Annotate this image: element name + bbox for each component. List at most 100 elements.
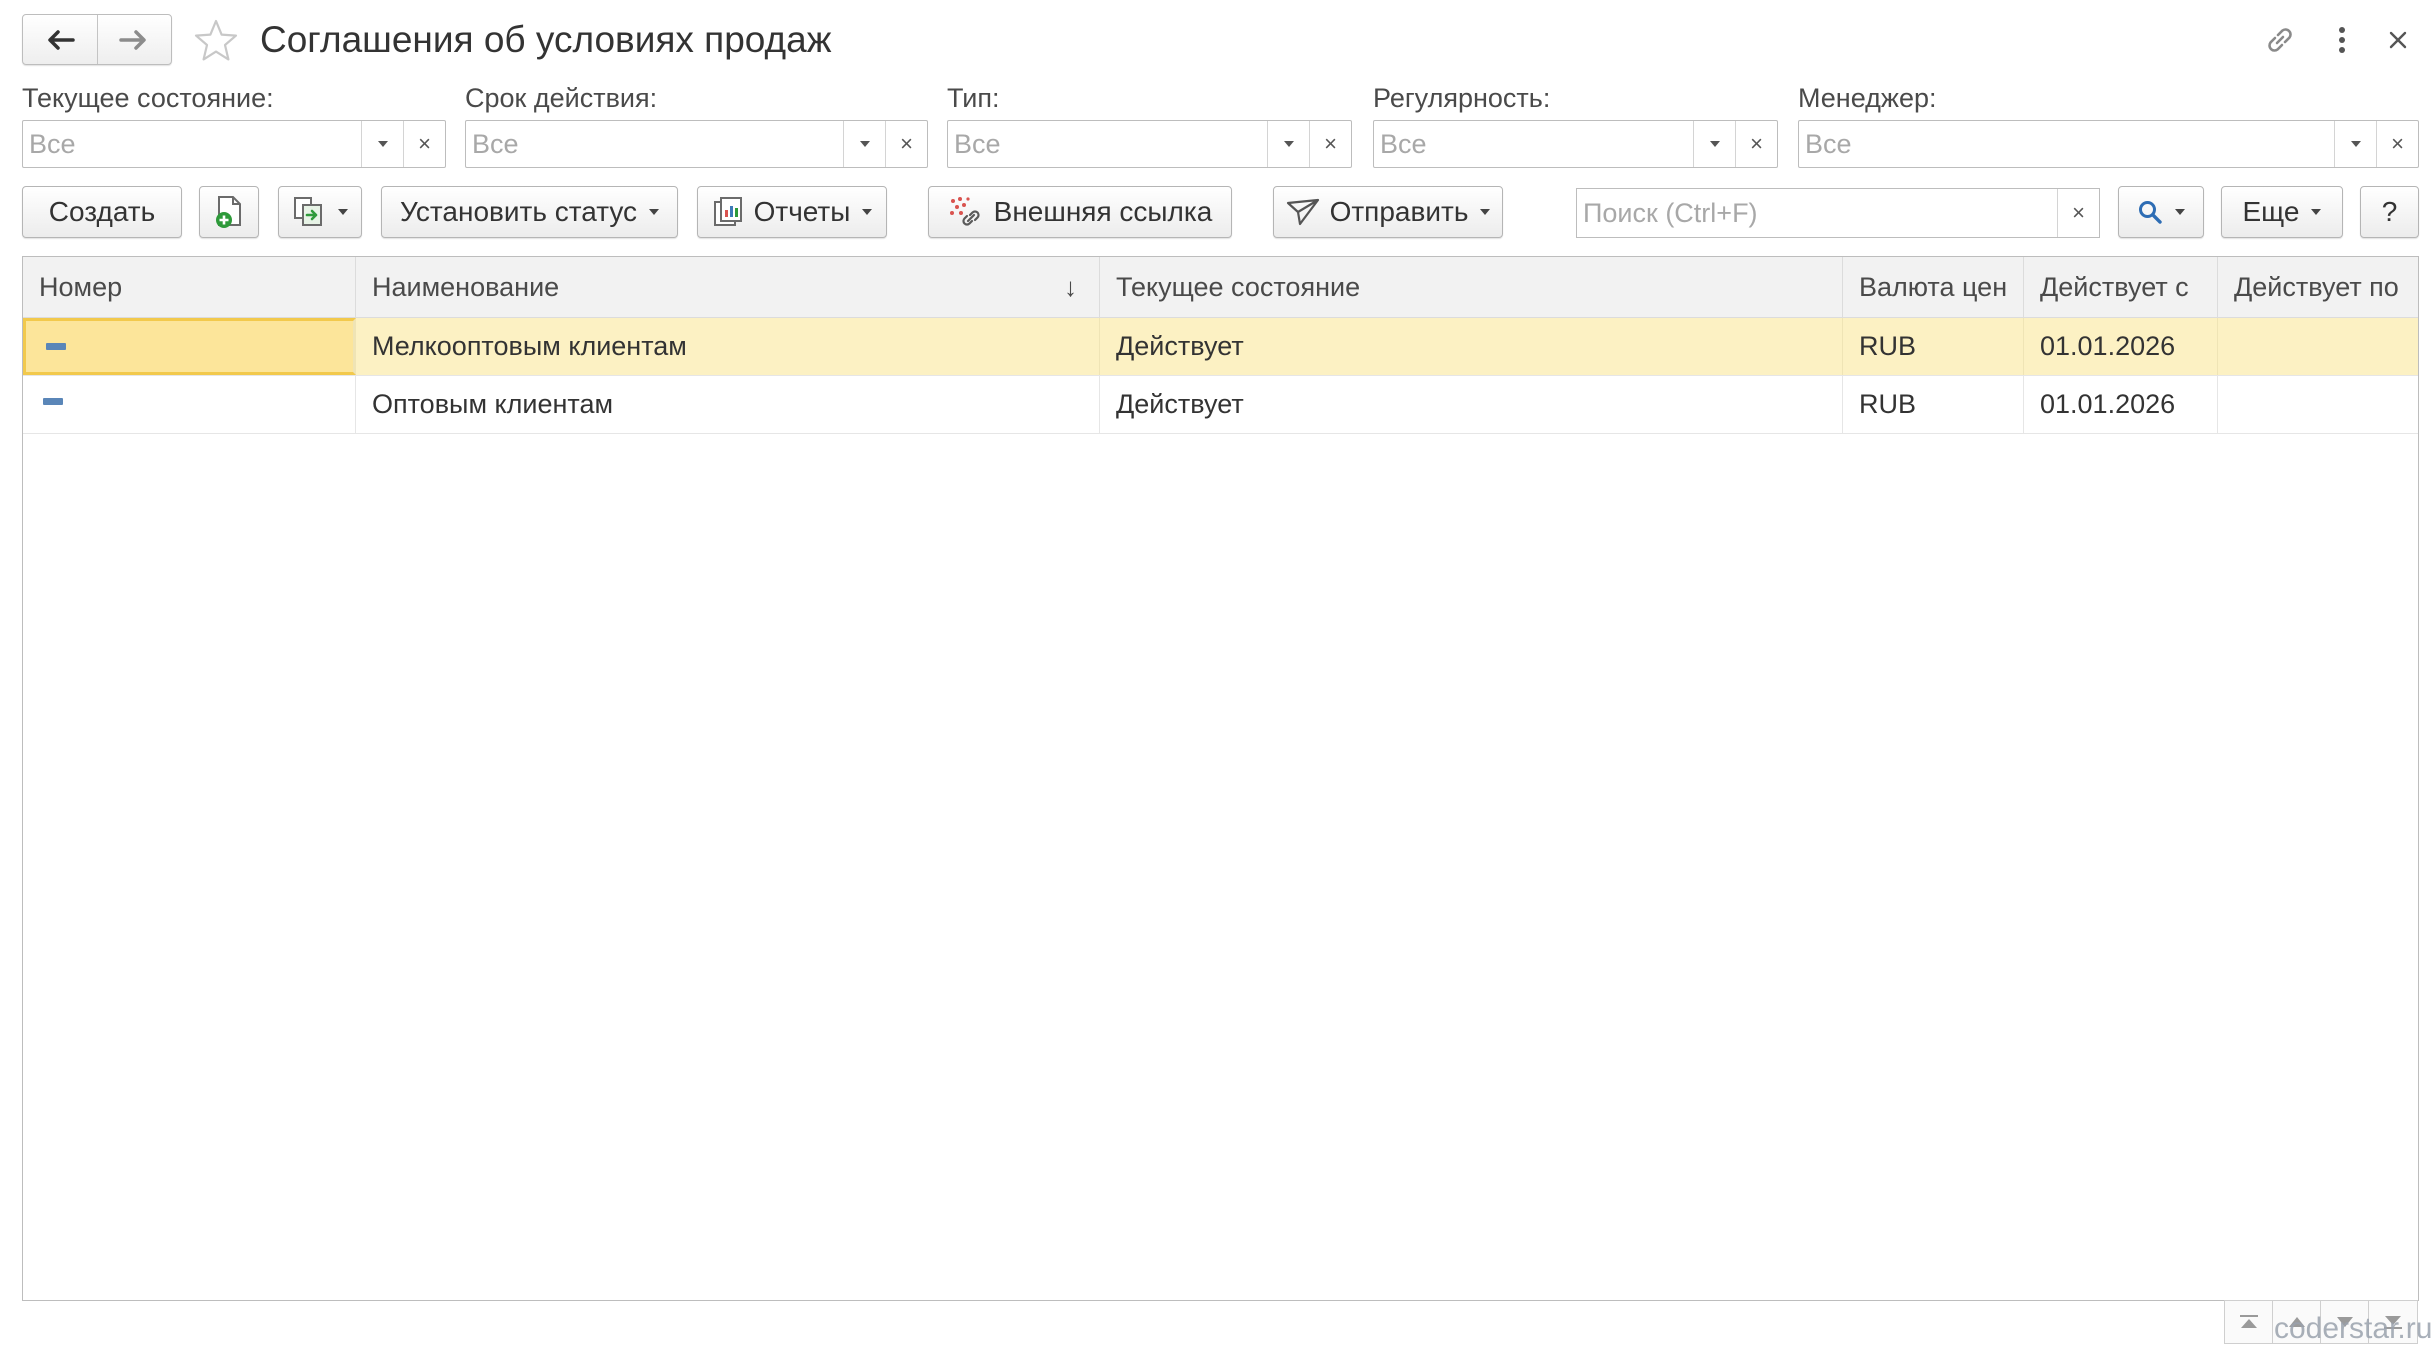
scroll-first-button[interactable] [2225, 1301, 2273, 1343]
filter-period-dropdown[interactable] [843, 121, 885, 167]
filter-manager-dropdown[interactable] [2334, 121, 2376, 167]
clear-icon: × [900, 131, 913, 156]
chevron-down-icon [862, 209, 873, 215]
close-icon [2389, 31, 2407, 49]
search-input[interactable] [1577, 189, 2057, 237]
create-based-on-button[interactable] [278, 186, 362, 238]
cell-name[interactable]: Мелкооптовым клиентам [356, 318, 1100, 375]
chevron-down-icon [338, 209, 348, 215]
filter-manager-clear[interactable]: × [2376, 121, 2418, 167]
filter-state-dropdown[interactable] [361, 121, 403, 167]
cell-state[interactable]: Действует [1100, 376, 1843, 433]
filter-regularity-value[interactable]: Все [1374, 121, 1693, 167]
table-row[interactable]: Мелкооптовым клиентам Действует RUB 01.0… [23, 318, 2418, 376]
sort-descending-icon: ↓ [1064, 272, 1077, 302]
help-label: ? [2381, 196, 2398, 227]
agreements-table[interactable]: Номер Наименование ↓ Текущее состояние В… [22, 256, 2419, 1301]
create-button[interactable]: Создать [22, 186, 182, 238]
help-button[interactable]: ? [2360, 186, 2419, 238]
chevron-down-icon [377, 141, 388, 147]
cell-state[interactable]: Действует [1100, 318, 1843, 375]
filter-period-clear[interactable]: × [885, 121, 927, 167]
more-button[interactable]: Еще [2221, 186, 2343, 238]
more-vertical-icon [2339, 27, 2345, 53]
status-active-icon [46, 343, 66, 350]
external-link-icon [949, 197, 980, 226]
column-header-valid-to[interactable]: Действует по [2218, 257, 2420, 318]
filter-manager-value[interactable]: Все [1799, 121, 2334, 167]
column-header-valid-from[interactable]: Действует с [2024, 257, 2218, 318]
chevron-down-icon [1480, 209, 1491, 215]
filter-label-regularity: Регулярность: [1373, 83, 1551, 113]
filter-state-value[interactable]: Все [23, 121, 361, 167]
chevron-down-icon [1709, 141, 1720, 147]
search-clear-button[interactable]: × [2057, 189, 2099, 237]
chevron-down-icon [649, 209, 660, 215]
cell-valid-to[interactable] [2218, 376, 2420, 433]
column-header-name[interactable]: Наименование ↓ [356, 257, 1100, 318]
external-link-label: Внешняя ссылка [993, 196, 1213, 227]
watermark: coderstar.ru [2274, 1312, 2433, 1345]
filter-period[interactable]: Все × [465, 120, 928, 168]
link-icon [2268, 28, 2292, 52]
more-label: Еще [2242, 196, 2300, 227]
reports-label: Отчеты [753, 196, 851, 227]
column-header-name-label: Наименование [372, 272, 560, 302]
search-options-button[interactable] [2118, 186, 2204, 238]
table-row[interactable]: Оптовым клиентам Действует RUB 01.01.202… [23, 376, 2418, 434]
filter-regularity-clear[interactable]: × [1735, 121, 1777, 167]
reports-button[interactable]: Отчеты [697, 186, 887, 238]
back-button[interactable] [23, 15, 97, 64]
send-label: Отправить [1329, 196, 1469, 227]
set-status-button[interactable]: Установить статус [381, 186, 678, 238]
clear-icon: × [1324, 131, 1337, 156]
filter-type-value[interactable]: Все [948, 121, 1267, 167]
filter-state[interactable]: Все × [22, 120, 446, 168]
create-copy-button[interactable] [199, 186, 259, 238]
filter-regularity-dropdown[interactable] [1693, 121, 1735, 167]
scroll-to-top-icon [2239, 1315, 2258, 1328]
filter-manager[interactable]: Все × [1798, 120, 2419, 168]
filter-state-clear[interactable]: × [403, 121, 445, 167]
filter-period-value[interactable]: Все [466, 121, 843, 167]
search-field[interactable]: × [1576, 188, 2100, 238]
clear-icon: × [2391, 131, 2404, 156]
create-based-on-icon [294, 197, 322, 226]
reports-icon [713, 197, 742, 226]
link-button[interactable] [2260, 20, 2300, 60]
chevron-down-icon [859, 141, 870, 147]
filter-type-clear[interactable]: × [1309, 121, 1351, 167]
filter-type[interactable]: Все × [947, 120, 1352, 168]
cell-valid-to[interactable] [2218, 318, 2420, 375]
create-button-label: Создать [48, 196, 156, 227]
cell-valid-from[interactable]: 01.01.2026 [2024, 318, 2218, 375]
clear-icon: × [2072, 200, 2085, 225]
filter-label-type: Тип: [947, 83, 1000, 113]
cell-number[interactable] [23, 376, 356, 433]
send-icon [1286, 198, 1319, 226]
filter-regularity[interactable]: Все × [1373, 120, 1778, 168]
cell-name[interactable]: Оптовым клиентам [356, 376, 1100, 433]
close-button[interactable] [2378, 20, 2418, 60]
column-header-number[interactable]: Номер [23, 257, 356, 318]
cell-number[interactable] [23, 318, 356, 375]
star-icon[interactable] [192, 17, 240, 65]
cell-currency[interactable]: RUB [1843, 318, 2024, 375]
cell-currency[interactable]: RUB [1843, 376, 2024, 433]
chevron-down-icon [1283, 141, 1294, 147]
more-menu-button[interactable] [2322, 20, 2362, 60]
page-title: Соглашения об условиях продаж [260, 19, 832, 60]
cell-valid-from[interactable]: 01.01.2026 [2024, 376, 2218, 433]
column-header-currency[interactable]: Валюта цен [1843, 257, 2024, 318]
filter-label-period: Срок действия: [465, 83, 658, 113]
send-button[interactable]: Отправить [1273, 186, 1503, 238]
column-header-state[interactable]: Текущее состояние [1100, 257, 1843, 318]
forward-button[interactable] [96, 15, 172, 64]
arrow-left-icon [48, 29, 75, 50]
clear-icon: × [418, 131, 431, 156]
external-link-button[interactable]: Внешняя ссылка [928, 186, 1232, 238]
set-status-label: Установить статус [399, 196, 638, 227]
table-header: Номер Наименование ↓ Текущее состояние В… [23, 257, 2418, 318]
status-active-icon [43, 398, 63, 405]
filter-type-dropdown[interactable] [1267, 121, 1309, 167]
